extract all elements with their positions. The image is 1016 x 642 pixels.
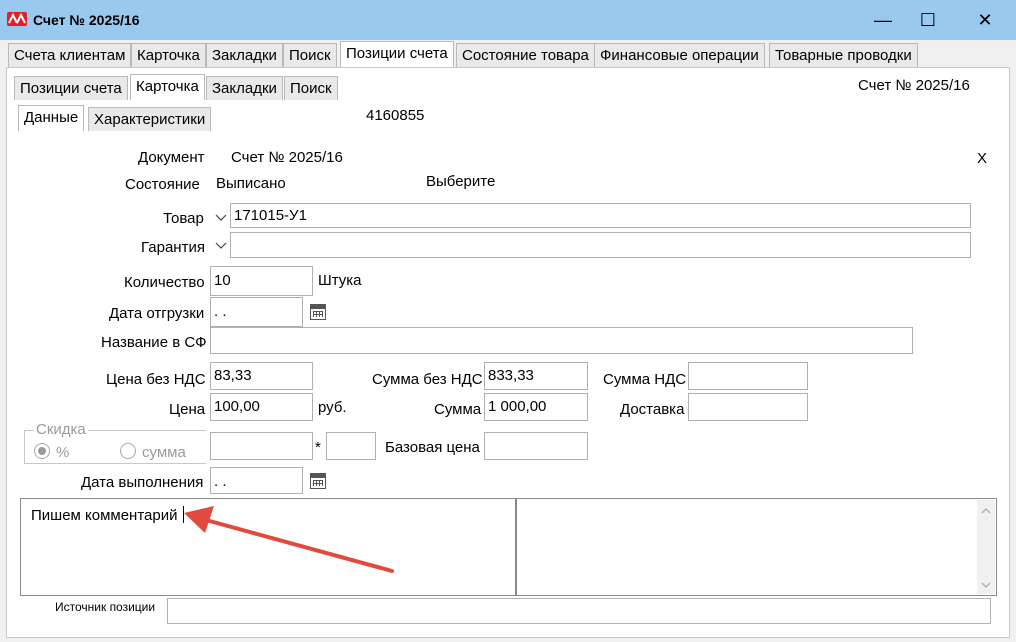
close-x-button[interactable]: X — [977, 150, 987, 167]
tab-card[interactable]: Карточка — [131, 43, 206, 67]
comment-text[interactable]: Пишем комментарий — [31, 507, 177, 524]
title-bar — [0, 0, 1016, 40]
document-value: Счет № 2025/16 — [231, 149, 343, 166]
tab-bookmarks[interactable]: Закладки — [206, 43, 283, 67]
sum-novat-input[interactable]: 833,33 — [484, 362, 588, 390]
price-novat-input[interactable]: 83,33 — [210, 362, 313, 390]
minimize-button[interactable]: — — [868, 8, 898, 32]
calendar-icon[interactable] — [310, 473, 326, 489]
sum-label: Сумма — [434, 401, 482, 418]
discount-group-label: Скидка — [34, 421, 88, 438]
invoice-ref-label: Счет № 2025/16 — [858, 77, 970, 94]
chevron-down-icon[interactable] — [213, 210, 229, 226]
multiplier-input[interactable] — [326, 432, 376, 460]
discount-percent-radio[interactable] — [34, 443, 50, 459]
document-label: Документ — [138, 149, 205, 166]
window-title: Счет № 2025/16 — [33, 12, 140, 28]
scroll-down-icon[interactable] — [979, 578, 993, 590]
state-label: Состояние — [125, 176, 200, 193]
warranty-input[interactable] — [230, 232, 971, 258]
quantity-input[interactable]: 10 — [210, 266, 313, 296]
close-button[interactable]: ✕ — [970, 8, 1000, 32]
sum-input[interactable]: 1 000,00 — [484, 393, 588, 421]
record-id: 4160855 — [366, 107, 425, 124]
tab-invoice-items[interactable]: Позиции счета — [340, 41, 454, 67]
choose-link[interactable]: Выберите — [426, 173, 495, 190]
calendar-icon[interactable] — [310, 304, 326, 320]
ship-date-input[interactable]: . . — [210, 297, 303, 327]
discount-sum-radio[interactable] — [120, 443, 136, 459]
discount-sum-label: сумма — [142, 444, 186, 461]
product-label: Товар — [163, 210, 204, 227]
vat-sum-label: Сумма НДС — [603, 371, 687, 388]
scroll-up-icon[interactable] — [979, 504, 993, 516]
discount-percent-label: % — [56, 444, 70, 461]
subtab-data[interactable]: Данные — [18, 105, 85, 131]
delivery-input[interactable] — [688, 393, 808, 421]
unit-label: Штука — [318, 272, 362, 289]
source-label: Источник позиции — [55, 600, 156, 614]
ship-date-label: Дата отгрузки — [109, 305, 205, 322]
annotation-arrow-icon — [184, 506, 394, 573]
subtab-bookmarks[interactable]: Закладки — [206, 76, 283, 100]
chevron-down-icon[interactable] — [213, 238, 229, 254]
quantity-label: Количество — [124, 274, 205, 291]
vat-sum-input[interactable] — [688, 362, 808, 390]
tab-financial-ops[interactable]: Финансовые операции — [594, 43, 765, 67]
tab-product-state[interactable]: Состояние товара — [456, 43, 595, 67]
product-input[interactable]: 171015-У1 — [230, 203, 971, 228]
maximize-button[interactable]: ☐ — [913, 8, 943, 32]
sf-name-label: Название в СФ — [101, 334, 207, 351]
state-value: Выписано — [216, 175, 286, 192]
subtab-characteristics[interactable]: Характеристики — [88, 107, 212, 131]
tab-search[interactable]: Поиск — [283, 43, 337, 67]
sf-name-input[interactable] — [210, 327, 913, 354]
sum-novat-label: Сумма без НДС — [372, 371, 483, 388]
base-price-label: Базовая цена — [385, 439, 480, 456]
subtab-card[interactable]: Карточка — [130, 74, 205, 100]
done-date-label: Дата выполнения — [81, 474, 204, 491]
price-input[interactable]: 100,00 — [210, 393, 313, 421]
tab-invoices[interactable]: Счета клиентам — [8, 43, 132, 67]
multiply-sign: * — [315, 439, 321, 456]
subtab-invoice-items[interactable]: Позиции счета — [14, 76, 128, 100]
source-input[interactable] — [167, 598, 991, 624]
base-price-input[interactable] — [484, 432, 588, 460]
app-logo-icon — [7, 12, 27, 26]
subtab-search[interactable]: Поиск — [284, 76, 338, 100]
discount-input[interactable] — [210, 432, 313, 460]
delivery-label: Доставка — [620, 401, 685, 418]
warranty-label: Гарантия — [141, 239, 205, 256]
price-label: Цена — [169, 401, 206, 418]
tab-goods-postings[interactable]: Товарные проводки — [769, 43, 918, 67]
done-date-input[interactable]: . . — [210, 467, 303, 494]
currency-label: руб. — [318, 399, 347, 416]
price-novat-label: Цена без НДС — [106, 371, 206, 388]
comment-divider — [515, 499, 517, 595]
